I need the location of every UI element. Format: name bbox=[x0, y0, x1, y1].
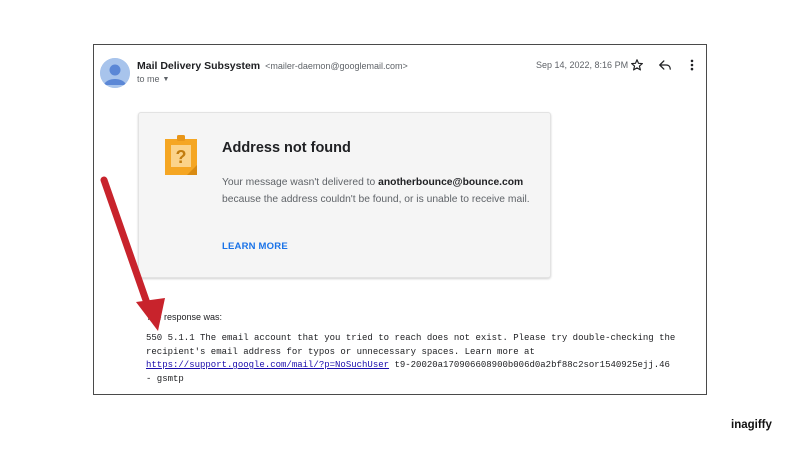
response-label: The response was: bbox=[146, 312, 223, 322]
sender-email: <mailer-daemon@googlemail.com> bbox=[265, 61, 408, 71]
star-icon[interactable] bbox=[629, 57, 645, 73]
response-text: 550 5.1.1 The email account that you tri… bbox=[146, 332, 676, 386]
caret-down-icon: ▼ bbox=[162, 76, 170, 83]
sender-name: Mail Delivery Subsystem bbox=[137, 60, 261, 72]
learn-more-link[interactable]: LEARN MORE bbox=[222, 241, 288, 252]
recipients-toggle[interactable]: to me ▼ bbox=[137, 74, 169, 84]
person-icon bbox=[100, 58, 130, 88]
email-header: Mail Delivery Subsystem <mailer-daemon@g… bbox=[94, 45, 706, 95]
brand-logo: inagiffy bbox=[731, 419, 772, 431]
notice-title: Address not found bbox=[222, 140, 351, 156]
response-text-before: 550 5.1.1 The email account that you tri… bbox=[146, 333, 676, 357]
recipient-address: anotherbounce@bounce.com bbox=[378, 177, 524, 188]
sender: Mail Delivery Subsystem <mailer-daemon@g… bbox=[137, 60, 408, 72]
notice-message: Your message wasn't delivered to another… bbox=[222, 174, 544, 208]
email-date: Sep 14, 2022, 8:16 PM bbox=[536, 60, 629, 70]
reply-icon[interactable] bbox=[657, 57, 673, 73]
more-vert-icon[interactable] bbox=[684, 57, 700, 73]
to-label: to me bbox=[137, 74, 160, 84]
question-mark-note-icon: ? bbox=[165, 135, 197, 177]
message-prefix: Your message wasn't delivered to bbox=[222, 177, 376, 188]
svg-text:?: ? bbox=[176, 147, 187, 167]
message-suffix: because the address couldn't be found, o… bbox=[222, 194, 530, 205]
support-link[interactable]: https://support.google.com/mail/?p=NoSuc… bbox=[146, 360, 389, 370]
bounce-notice-card: ? Address not found Your message wasn't … bbox=[138, 112, 551, 278]
email-message-panel: Mail Delivery Subsystem <mailer-daemon@g… bbox=[93, 44, 707, 395]
